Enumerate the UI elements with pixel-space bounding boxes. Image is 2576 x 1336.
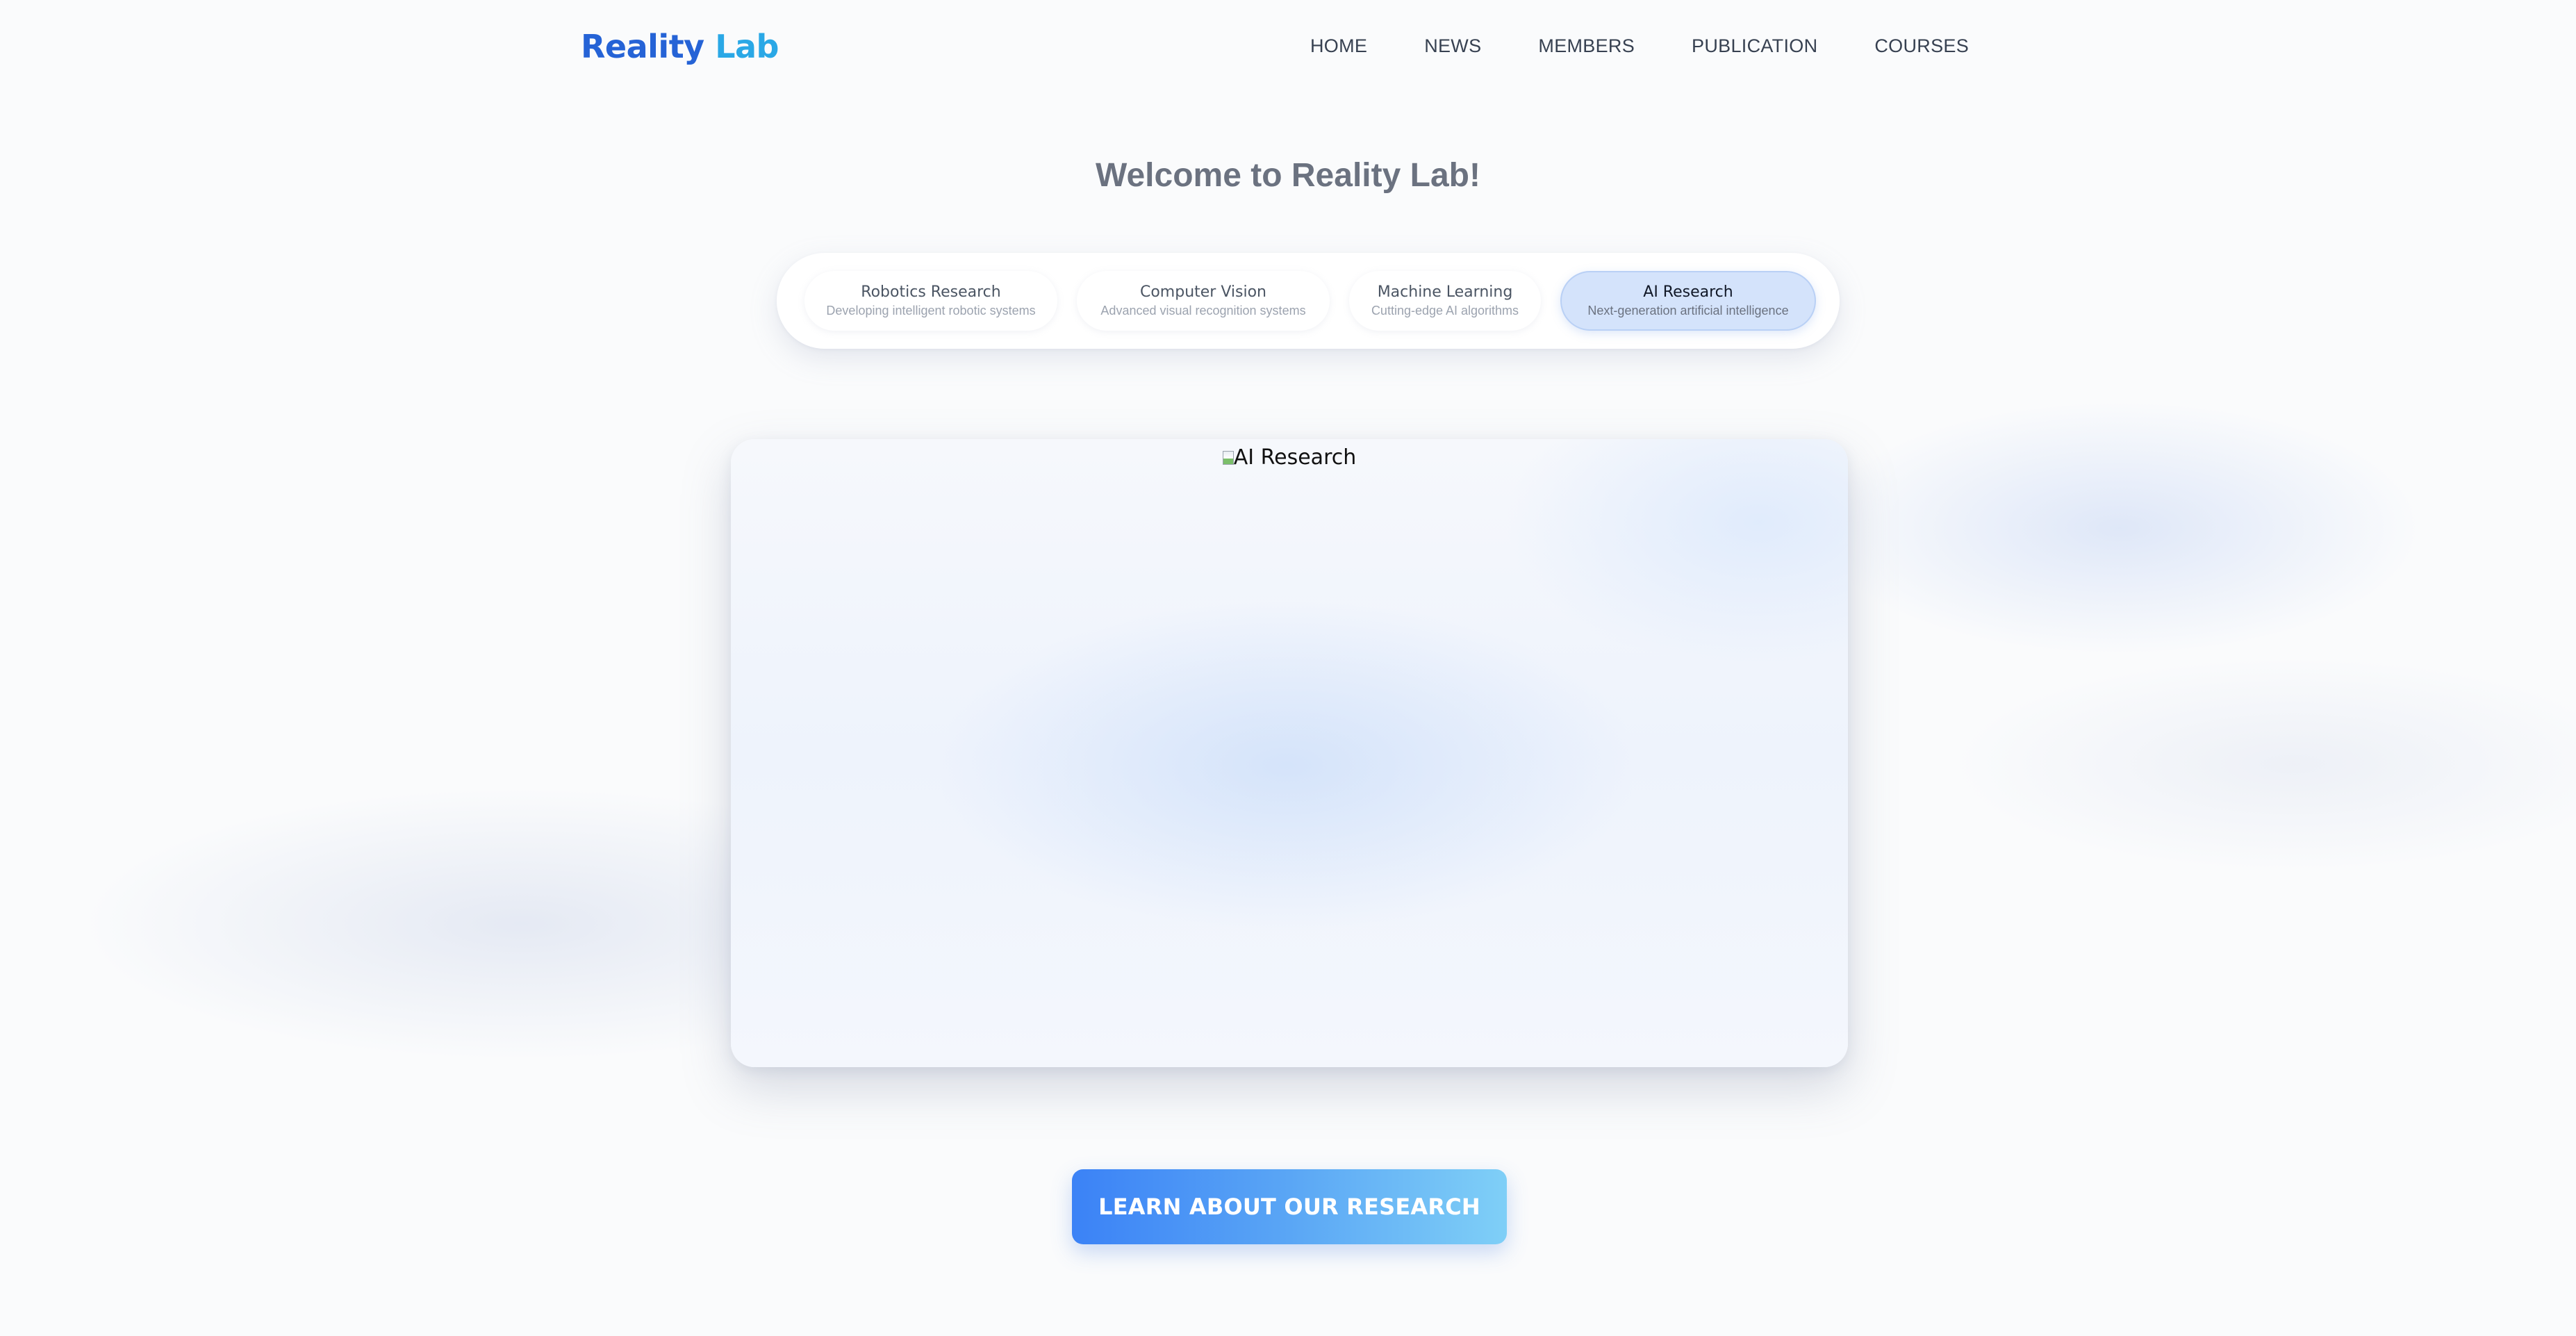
research-image-card: AI Research bbox=[731, 439, 1848, 1067]
main-nav: HOME NEWS MEMBERS PUBLICATION COURSES bbox=[1310, 31, 1969, 61]
tab-title: Computer Vision bbox=[1139, 283, 1266, 301]
tab-machine-learning[interactable]: Machine Learning Cutting-edge AI algorit… bbox=[1349, 271, 1541, 331]
image-alt-text: AI Research bbox=[1233, 445, 1357, 470]
tab-robotics-research[interactable]: Robotics Research Developing intelligent… bbox=[804, 271, 1057, 331]
site-logo[interactable]: Reality Lab bbox=[581, 25, 779, 68]
tab-subtitle: Next-generation artificial intelligence bbox=[1587, 304, 1789, 317]
nav-courses[interactable]: COURSES bbox=[1874, 31, 1969, 61]
tab-title: AI Research bbox=[1643, 283, 1733, 301]
tab-title: Robotics Research bbox=[861, 283, 1001, 301]
nav-publication[interactable]: PUBLICATION bbox=[1692, 31, 1817, 61]
tab-subtitle: Advanced visual recognition systems bbox=[1100, 304, 1306, 317]
logo-text-lab: Lab bbox=[715, 28, 779, 65]
research-tabs: Robotics Research Developing intelligent… bbox=[777, 253, 1840, 349]
tab-subtitle: Developing intelligent robotic systems bbox=[826, 304, 1036, 317]
tab-title: Machine Learning bbox=[1377, 283, 1513, 301]
nav-home[interactable]: HOME bbox=[1310, 31, 1367, 61]
cta-label: LEARN ABOUT OUR RESEARCH bbox=[1098, 1194, 1480, 1220]
nav-members[interactable]: MEMBERS bbox=[1538, 31, 1635, 61]
tab-ai-research[interactable]: AI Research Next-generation artificial i… bbox=[1560, 271, 1816, 331]
logo-text-reality: Reality bbox=[581, 28, 704, 65]
nav-news[interactable]: NEWS bbox=[1424, 31, 1481, 61]
tab-subtitle: Cutting-edge AI algorithms bbox=[1371, 304, 1519, 317]
broken-image-icon bbox=[1222, 451, 1234, 465]
welcome-heading: Welcome to Reality Lab! bbox=[1096, 157, 1480, 194]
tab-computer-vision[interactable]: Computer Vision Advanced visual recognit… bbox=[1077, 271, 1330, 331]
site-header: Reality Lab HOME NEWS MEMBERS PUBLICATIO… bbox=[0, 0, 2576, 92]
research-image: AI Research bbox=[731, 443, 1848, 472]
learn-research-button[interactable]: LEARN ABOUT OUR RESEARCH bbox=[1072, 1169, 1507, 1244]
